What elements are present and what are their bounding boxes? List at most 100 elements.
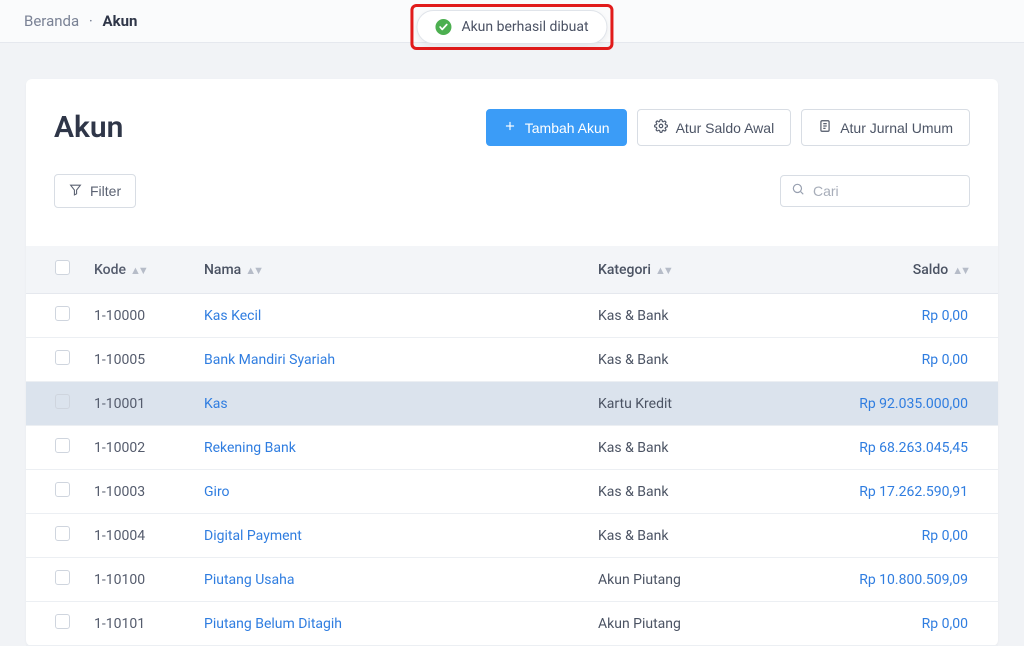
account-name-link[interactable]: Bank Mandiri Syariah bbox=[204, 352, 335, 368]
main-card: Akun Tambah Akun Atur Saldo Awal Atur Ju… bbox=[26, 79, 998, 646]
row-kategori: Kartu Kredit bbox=[588, 382, 808, 426]
row-kode: 1-10100 bbox=[84, 558, 194, 602]
add-account-button[interactable]: Tambah Akun bbox=[486, 109, 627, 146]
table-row[interactable]: 1-10003 Giro Kas & Bank Rp 17.262.590,91 bbox=[26, 470, 998, 514]
table-row[interactable]: 1-10101 Piutang Belum Ditagih Akun Piutang… bbox=[26, 602, 998, 646]
row-kategori: Kas & Bank bbox=[588, 470, 808, 514]
breadcrumb-home[interactable]: Beranda bbox=[24, 12, 79, 30]
row-kode: 1-10000 bbox=[84, 294, 194, 338]
checkbox-icon[interactable] bbox=[55, 350, 70, 365]
header-kode-label: Kode bbox=[94, 262, 126, 278]
general-journal-label: Atur Jurnal Umum bbox=[840, 120, 953, 136]
header-kategori-label: Kategori bbox=[598, 262, 651, 278]
row-kategori: Kas & Bank bbox=[588, 514, 808, 558]
table-row[interactable]: 1-10002 Rekening Bank Kas & Bank Rp 68.263.… bbox=[26, 426, 998, 470]
filter-button[interactable]: Filter bbox=[54, 174, 136, 208]
row-nama: Piutang Belum Ditagih bbox=[194, 602, 588, 646]
header-saldo-label: Saldo bbox=[913, 262, 948, 278]
page-title: Akun bbox=[54, 110, 123, 145]
table-row[interactable]: 1-10005Bank Mandiri SyariahKas & BankRp … bbox=[26, 338, 998, 382]
row-nama: Kas bbox=[194, 382, 588, 426]
row-kategori: Kas & Bank bbox=[588, 426, 808, 470]
row-nama: Rekening Bank bbox=[194, 426, 588, 470]
row-saldo: Rp 92.035.000,00 bbox=[808, 382, 998, 426]
header-nama[interactable]: Nama ▲▼ bbox=[194, 246, 588, 294]
filter-label: Filter bbox=[90, 183, 121, 199]
plus-icon bbox=[503, 119, 517, 136]
toast-text: Akun berhasil dibuat bbox=[461, 19, 588, 35]
checkbox-icon[interactable] bbox=[55, 614, 70, 629]
row-kode: 1-10003 bbox=[84, 470, 194, 514]
checkbox-icon[interactable] bbox=[55, 306, 70, 321]
row-kategori: Akun Piutang bbox=[588, 602, 808, 646]
checkbox-icon[interactable] bbox=[55, 260, 70, 275]
row-saldo: Rp 0,00 bbox=[808, 602, 998, 646]
account-name-link[interactable]: Giro bbox=[204, 484, 230, 500]
toolbar: Filter bbox=[26, 146, 998, 208]
sort-icon: ▲▼ bbox=[952, 264, 968, 277]
account-name-link[interactable]: Piutang Usaha bbox=[204, 572, 294, 588]
checkbox-icon[interactable] bbox=[55, 438, 70, 453]
table-row[interactable]: 1-10004 Digital Payment Kas & Bank Rp 0,00 bbox=[26, 514, 998, 558]
row-checkbox-cell[interactable] bbox=[26, 514, 84, 558]
opening-balance-button[interactable]: Atur Saldo Awal bbox=[637, 109, 792, 146]
row-saldo: Rp 0,00 bbox=[808, 338, 998, 382]
account-name-link[interactable]: Rekening Bank bbox=[204, 440, 296, 456]
row-saldo: Rp 0,00 bbox=[808, 294, 998, 338]
row-checkbox-cell[interactable] bbox=[26, 470, 84, 514]
select-all-header[interactable] bbox=[26, 246, 84, 294]
header-kategori[interactable]: Kategori ▲▼ bbox=[588, 246, 808, 294]
row-kode: 1-10101 bbox=[84, 602, 194, 646]
account-balance-link[interactable]: Rp 0,00 bbox=[922, 528, 968, 544]
row-checkbox-cell[interactable] bbox=[26, 602, 84, 646]
header-nama-label: Nama bbox=[204, 262, 241, 278]
account-name-link[interactable]: Piutang Belum Ditagih bbox=[204, 616, 342, 632]
table-row[interactable]: 1-10001 Kas Kartu Kredit Rp 92.035.000,00 bbox=[26, 382, 998, 426]
row-kode: 1-10001 bbox=[84, 382, 194, 426]
gear-icon bbox=[654, 119, 668, 136]
header-kode[interactable]: Kode▲▼ bbox=[84, 246, 194, 294]
row-kode: 1-10004 bbox=[84, 514, 194, 558]
header-saldo[interactable]: Saldo ▲▼ bbox=[808, 246, 998, 294]
checkbox-icon[interactable] bbox=[55, 482, 70, 497]
row-nama: Kas Kecil bbox=[194, 294, 588, 338]
card-header: Akun Tambah Akun Atur Saldo Awal Atur Ju… bbox=[26, 109, 998, 146]
sort-icon: ▲▼ bbox=[245, 264, 261, 277]
breadcrumb-current: Akun bbox=[103, 12, 138, 30]
filter-icon bbox=[69, 183, 82, 199]
header-actions: Tambah Akun Atur Saldo Awal Atur Jurnal … bbox=[486, 109, 970, 146]
row-saldo: Rp 10.800.509,09 bbox=[808, 558, 998, 602]
search-box[interactable] bbox=[780, 175, 970, 207]
add-account-label: Tambah Akun bbox=[525, 120, 610, 136]
row-nama: Bank Mandiri Syariah bbox=[194, 338, 588, 382]
account-name-link[interactable]: Kas bbox=[204, 396, 228, 412]
account-name-link[interactable]: Digital Payment bbox=[204, 528, 302, 544]
journal-icon bbox=[818, 119, 832, 136]
opening-balance-label: Atur Saldo Awal bbox=[676, 120, 775, 136]
row-kategori: Akun Piutang bbox=[588, 558, 808, 602]
row-checkbox-cell[interactable] bbox=[26, 294, 84, 338]
checkbox-icon[interactable] bbox=[55, 394, 70, 409]
account-balance-link[interactable]: Rp 68.263.045,45 bbox=[859, 440, 968, 456]
account-balance-link[interactable]: Rp 0,00 bbox=[922, 616, 968, 632]
row-checkbox-cell[interactable] bbox=[26, 426, 84, 470]
table-row[interactable]: 1-10100 Piutang Usaha Akun Piutang Rp 10.80… bbox=[26, 558, 998, 602]
account-balance-link[interactable]: Rp 92.035.000,00 bbox=[859, 396, 968, 412]
checkbox-icon[interactable] bbox=[55, 570, 70, 585]
row-nama: Piutang Usaha bbox=[194, 558, 588, 602]
row-checkbox-cell[interactable] bbox=[26, 558, 84, 602]
account-name-link[interactable]: Kas Kecil bbox=[204, 308, 261, 324]
row-checkbox-cell[interactable] bbox=[26, 382, 84, 426]
row-checkbox-cell[interactable] bbox=[26, 338, 84, 382]
account-balance-link[interactable]: Rp 0,00 bbox=[922, 352, 968, 368]
general-journal-button[interactable]: Atur Jurnal Umum bbox=[801, 109, 970, 146]
checkbox-icon[interactable] bbox=[55, 526, 70, 541]
account-balance-link[interactable]: Rp 17.262.590,91 bbox=[859, 484, 968, 500]
row-saldo: Rp 17.262.590,91 bbox=[808, 470, 998, 514]
account-balance-link[interactable]: Rp 0,00 bbox=[922, 308, 968, 324]
table-row[interactable]: 1-10000Kas KecilKas & BankRp 0,00 bbox=[26, 294, 998, 338]
sort-icon: ▲▼ bbox=[655, 264, 671, 277]
account-balance-link[interactable]: Rp 10.800.509,09 bbox=[859, 572, 968, 588]
search-input[interactable] bbox=[813, 183, 959, 199]
row-kode: 1-10002 bbox=[84, 426, 194, 470]
